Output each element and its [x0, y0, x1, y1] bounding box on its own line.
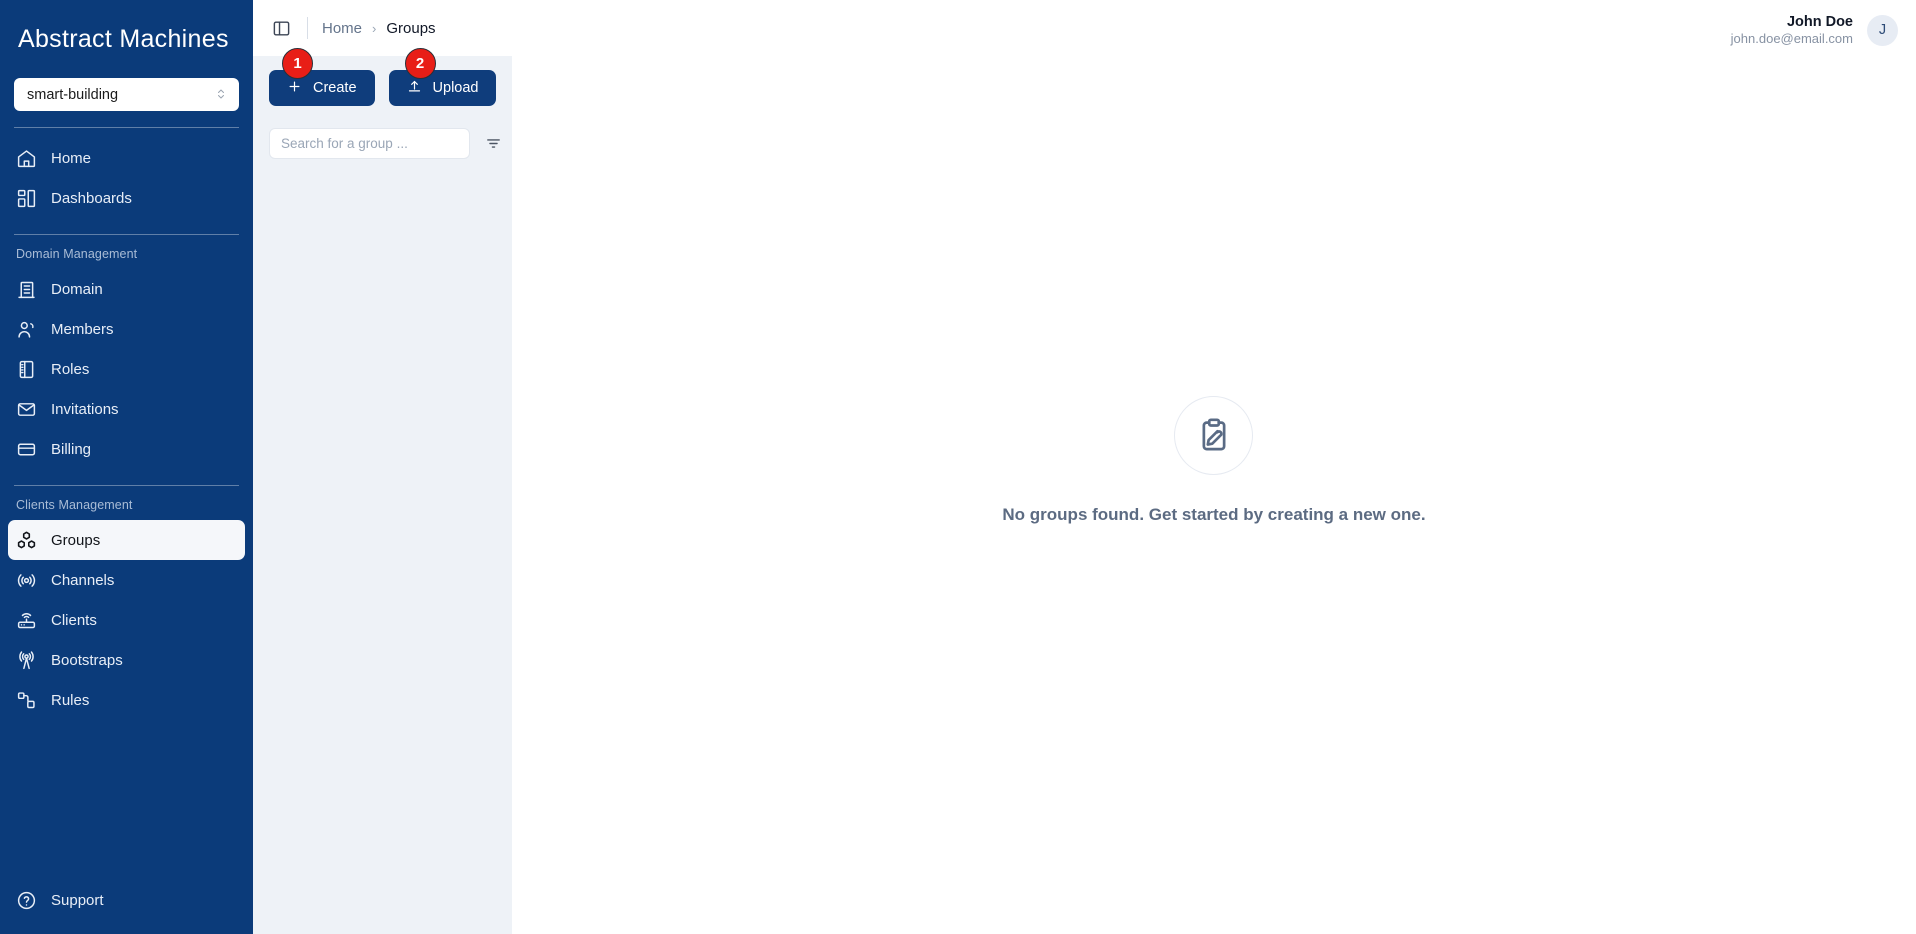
clipboard-pencil-icon [1174, 395, 1254, 475]
section-label-clients-management: Clients Management [16, 498, 133, 512]
dashboards-grid-icon [16, 188, 37, 209]
sidebar-item-roles[interactable]: Roles [8, 349, 245, 389]
action-button-row: 1 Create 2 Upload [269, 48, 497, 106]
book-icon [16, 359, 37, 380]
nodes-icon [16, 690, 37, 711]
user-menu[interactable]: John Doe john.doe@email.com J [1731, 13, 1898, 47]
sidebar-item-dashboards[interactable]: Dashboards [8, 178, 245, 218]
help-circle-icon [16, 890, 37, 911]
home-icon [16, 148, 37, 169]
groups-list-panel: 1 Create 2 Upload [253, 48, 512, 934]
sidebar-toggle-icon[interactable] [267, 14, 295, 42]
step-badge-2: 2 [404, 48, 436, 79]
upload-button-label: Upload [432, 80, 479, 96]
credit-card-icon [16, 439, 37, 460]
topbar-separator [307, 17, 308, 39]
sidebar-item-support[interactable]: Support [8, 880, 245, 920]
app-root: Abstract Machines smart-building Home Da… [0, 0, 1916, 934]
sidebar-item-label: Dashboards [51, 189, 132, 207]
nav-primary: Home Dashboards [0, 138, 253, 218]
sidebar-item-members[interactable]: Members [8, 309, 245, 349]
logo-text: Abstract Machines [18, 24, 229, 53]
content-region: Home › Groups John Doe john.doe@email.co… [253, 0, 1916, 934]
nav-clients-management: Clients Management Groups Channels Clien… [0, 496, 253, 720]
breadcrumb-separator: › [372, 20, 377, 36]
sidebar-item-domain[interactable]: Domain [8, 269, 245, 309]
breadcrumb: Home › Groups [322, 20, 436, 37]
sidebar-item-label: Billing [51, 440, 92, 458]
nav-domain-management: Domain Management Domain Members Roles I… [0, 245, 253, 469]
sidebar-item-bootstraps[interactable]: Bootstraps [8, 640, 245, 680]
sidebar-item-label: Domain [51, 280, 103, 298]
empty-state: No groups found. Get started by creating… [1002, 395, 1426, 525]
sidebar-item-home[interactable]: Home [8, 138, 245, 178]
plus-icon [287, 79, 302, 98]
building-icon [16, 279, 37, 300]
domain-selector-value: smart-building [27, 86, 119, 103]
create-button[interactable]: 1 Create [269, 48, 375, 106]
avatar[interactable]: J [1867, 14, 1898, 46]
sidebar-item-label: Support [51, 891, 104, 909]
section-label-domain-management: Domain Management [16, 247, 138, 261]
sidebar-item-label: Groups [51, 531, 101, 549]
breadcrumb-home[interactable]: Home [322, 20, 362, 37]
sidebar-item-label: Members [51, 320, 114, 338]
filter-icon[interactable] [482, 133, 504, 155]
topbar: Home › Groups John Doe john.doe@email.co… [253, 0, 1916, 56]
user-name: John Doe [1786, 14, 1853, 30]
breadcrumb-current: Groups [386, 19, 436, 37]
logo: Abstract Machines [0, 0, 253, 78]
empty-state-message: No groups found. Get started by creating… [1002, 504, 1426, 524]
sidebar-item-invitations[interactable]: Invitations [8, 389, 245, 429]
sidebar-item-label: Channels [51, 571, 115, 589]
sidebar-item-billing[interactable]: Billing [8, 429, 245, 469]
divider-domain [14, 234, 239, 235]
sidebar-item-label: Invitations [51, 400, 119, 418]
sidebar-item-label: Bootstraps [51, 651, 123, 669]
search-row [269, 128, 500, 159]
cubes-icon [16, 530, 37, 551]
sidebar: Abstract Machines smart-building Home Da… [0, 0, 253, 934]
divider-top [14, 127, 239, 128]
router-icon [16, 610, 37, 631]
divider-clients [14, 485, 239, 486]
create-button-label: Create [313, 80, 357, 96]
broadcast-icon [16, 570, 37, 591]
sidebar-item-channels[interactable]: Channels [8, 560, 245, 600]
envelope-icon [16, 399, 37, 420]
chevron-up-down-icon [215, 87, 227, 103]
main-content-area: No groups found. Get started by creating… [512, 56, 1916, 934]
sidebar-item-rules[interactable]: Rules [8, 680, 245, 720]
domain-selector[interactable]: smart-building [14, 78, 239, 111]
upload-button[interactable]: 2 Upload [388, 48, 497, 106]
sidebar-item-label: Rules [51, 691, 90, 709]
sidebar-item-groups[interactable]: Groups [8, 520, 245, 560]
radio-tower-icon [16, 650, 37, 671]
upload-icon [407, 79, 422, 98]
user-info: John Doe john.doe@email.com [1731, 13, 1853, 47]
sidebar-item-clients[interactable]: Clients [8, 600, 245, 640]
sidebar-item-label: Home [51, 149, 92, 167]
sidebar-item-label: Clients [51, 611, 97, 629]
step-badge-1: 1 [282, 48, 313, 79]
sidebar-item-label: Roles [51, 360, 90, 378]
users-icon [16, 319, 37, 340]
user-email: john.doe@email.com [1730, 31, 1853, 47]
search-input[interactable] [269, 128, 470, 159]
